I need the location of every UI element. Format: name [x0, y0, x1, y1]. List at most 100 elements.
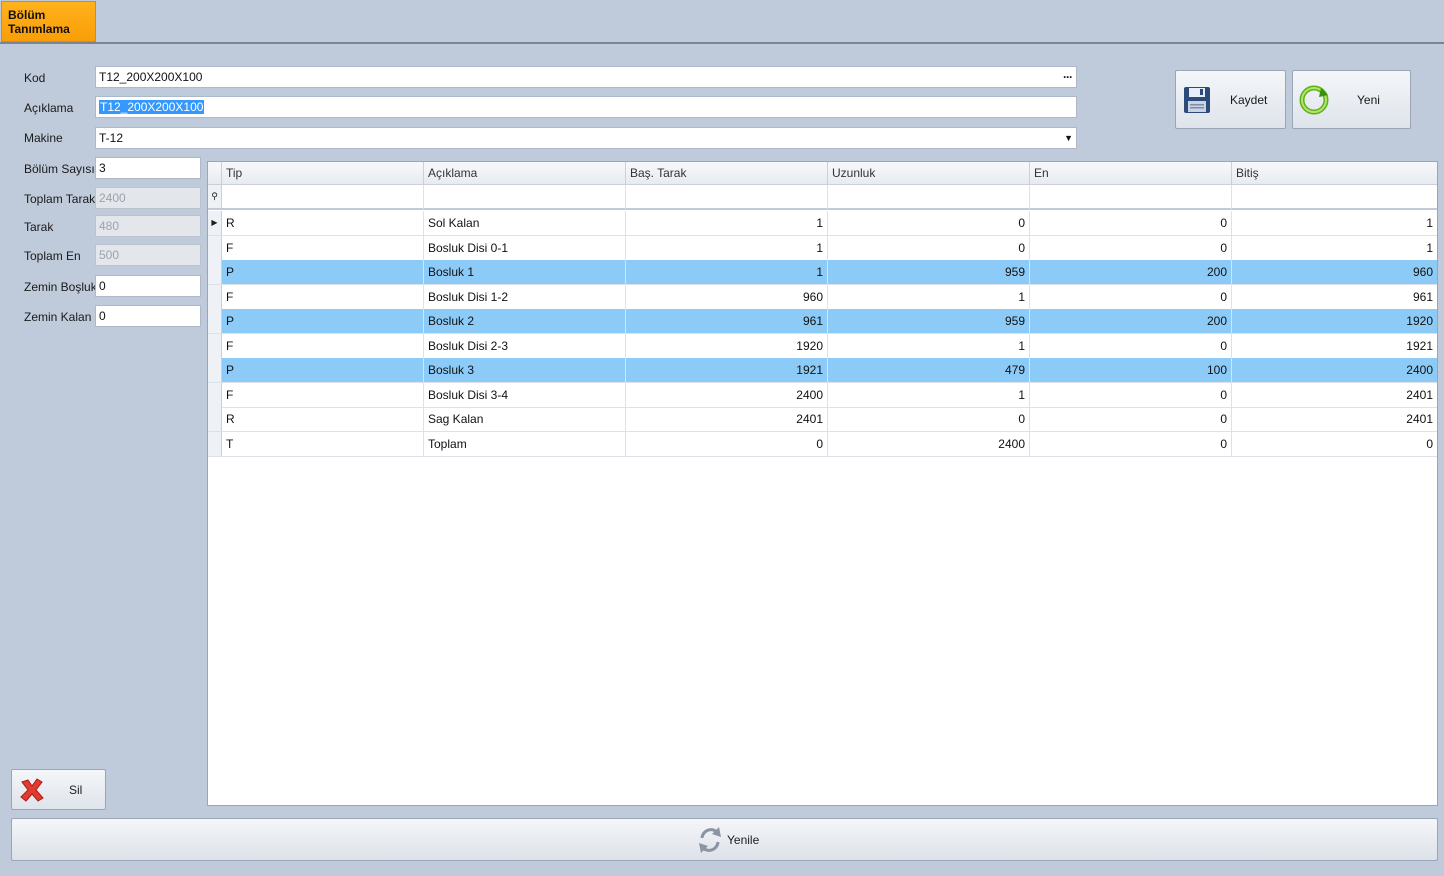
column-header-tip[interactable]: Tip [222, 162, 424, 185]
cell-uzunluk[interactable]: 2400 [828, 431, 1030, 456]
filter-cell-tip[interactable] [222, 185, 424, 209]
cell-bitis[interactable]: 1 [1232, 211, 1437, 235]
yenile-button[interactable]: Yenile [11, 818, 1438, 861]
cell-uzunluk[interactable]: 0 [828, 235, 1030, 260]
cell-bitis[interactable]: 1921 [1232, 334, 1437, 358]
column-header-bas-tarak[interactable]: Baş. Tarak [626, 162, 828, 185]
cell-bitis[interactable]: 1 [1232, 236, 1437, 260]
bolum-sayisi-field[interactable]: 3 [95, 157, 201, 179]
row-indicator[interactable] [208, 235, 222, 260]
cell-bas-tarak[interactable]: 2400 [626, 382, 828, 407]
filter-cell-bitis[interactable] [1232, 185, 1437, 209]
cell-aciklama[interactable]: Bosluk Disi 3-4 [424, 382, 626, 407]
table-row[interactable]: P Bosluk 3 1921 479 100 2400 [208, 358, 1437, 383]
cell-en[interactable]: 0 [1030, 235, 1232, 260]
cell-uzunluk[interactable]: 959 [828, 260, 1030, 284]
table-row[interactable]: F Bosluk Disi 2-3 1920 1 0 1921 [208, 333, 1437, 359]
table-row[interactable]: T Toplam 0 2400 0 0 [208, 431, 1437, 457]
cell-bas-tarak[interactable]: 1921 [626, 358, 828, 382]
cell-bas-tarak[interactable]: 1920 [626, 333, 828, 358]
cell-bas-tarak[interactable]: 0 [626, 431, 828, 456]
cell-tip[interactable]: P [222, 358, 424, 382]
table-row[interactable]: F Bosluk Disi 3-4 2400 1 0 2401 [208, 382, 1437, 408]
cell-aciklama[interactable]: Bosluk Disi 0-1 [424, 235, 626, 260]
row-indicator[interactable] [208, 309, 222, 333]
auto-filter-row[interactable]: ⚲ [208, 185, 1437, 210]
cell-bas-tarak[interactable]: 960 [626, 284, 828, 309]
cell-aciklama[interactable]: Bosluk Disi 1-2 [424, 284, 626, 309]
cell-aciklama[interactable]: Bosluk 3 [424, 358, 626, 382]
row-indicator[interactable] [208, 358, 222, 382]
column-header-aciklama[interactable]: Açıklama [424, 162, 626, 185]
filter-cell-bas-tarak[interactable] [626, 185, 828, 209]
cell-tip[interactable]: F [222, 284, 424, 309]
cell-aciklama[interactable]: Toplam [424, 431, 626, 456]
zemin-kalan-field[interactable]: 0 [95, 305, 201, 327]
chevron-down-icon[interactable]: ▼ [1064, 128, 1073, 148]
table-row[interactable]: F Bosluk Disi 1-2 960 1 0 961 [208, 284, 1437, 310]
cell-aciklama[interactable]: Sag Kalan [424, 407, 626, 431]
filter-cell-uzunluk[interactable] [828, 185, 1030, 209]
cell-bas-tarak[interactable]: 2401 [626, 407, 828, 431]
makine-select[interactable]: T-12 ▼ [95, 127, 1077, 149]
cell-en[interactable]: 0 [1030, 382, 1232, 407]
cell-en[interactable]: 0 [1030, 333, 1232, 358]
cell-uzunluk[interactable]: 1 [828, 284, 1030, 309]
column-header-en[interactable]: En [1030, 162, 1232, 185]
cell-tip[interactable]: F [222, 235, 424, 260]
row-indicator-arrow-icon[interactable]: ▶ [208, 211, 222, 235]
ellipsis-icon[interactable]: ··· [1063, 67, 1073, 87]
cell-aciklama[interactable]: Bosluk Disi 2-3 [424, 333, 626, 358]
cell-bitis[interactable]: 1920 [1232, 309, 1437, 333]
cell-en[interactable]: 0 [1030, 284, 1232, 309]
column-header-uzunluk[interactable]: Uzunluk [828, 162, 1030, 185]
cell-bitis[interactable]: 0 [1232, 432, 1437, 456]
table-row[interactable]: P Bosluk 2 961 959 200 1920 [208, 309, 1437, 334]
yeni-button[interactable]: Yeni [1292, 70, 1411, 129]
cell-tip[interactable]: F [222, 333, 424, 358]
cell-en[interactable]: 100 [1030, 358, 1232, 382]
cell-uzunluk[interactable]: 0 [828, 211, 1030, 235]
cell-bitis[interactable]: 960 [1232, 260, 1437, 284]
cell-bitis[interactable]: 961 [1232, 285, 1437, 309]
filter-cell-en[interactable] [1030, 185, 1232, 209]
cell-tip[interactable]: P [222, 309, 424, 333]
column-header-bitis[interactable]: Bitiş [1232, 162, 1437, 185]
cell-bitis[interactable]: 2401 [1232, 383, 1437, 407]
cell-uzunluk[interactable]: 959 [828, 309, 1030, 333]
kod-field[interactable]: T12_200X200X100 ··· [95, 66, 1077, 88]
cell-en[interactable]: 0 [1030, 211, 1232, 235]
cell-tip[interactable]: P [222, 260, 424, 284]
cell-tip[interactable]: T [222, 431, 424, 456]
cell-aciklama[interactable]: Bosluk 2 [424, 309, 626, 333]
cell-en[interactable]: 0 [1030, 431, 1232, 456]
cell-en[interactable]: 0 [1030, 407, 1232, 431]
cell-tip[interactable]: R [222, 211, 424, 235]
zemin-bosluk-field[interactable]: 0 [95, 275, 201, 297]
row-indicator[interactable] [208, 407, 222, 431]
cell-bas-tarak[interactable]: 1 [626, 260, 828, 284]
tab-bolum-tanimlama[interactable]: Bölüm Tanımlama [1, 1, 96, 42]
cell-en[interactable]: 200 [1030, 260, 1232, 284]
table-row[interactable]: F Bosluk Disi 0-1 1 0 0 1 [208, 235, 1437, 261]
row-indicator[interactable] [208, 382, 222, 407]
filter-cell-aciklama[interactable] [424, 185, 626, 209]
cell-en[interactable]: 200 [1030, 309, 1232, 333]
aciklama-field[interactable]: T12_200X200X100 [95, 96, 1077, 118]
cell-bitis[interactable]: 2400 [1232, 358, 1437, 382]
table-row[interactable]: ▶ R Sol Kalan 1 0 0 1 [208, 211, 1437, 236]
cell-uzunluk[interactable]: 479 [828, 358, 1030, 382]
table-row[interactable]: R Sag Kalan 2401 0 0 2401 [208, 407, 1437, 432]
cell-bitis[interactable]: 2401 [1232, 407, 1437, 431]
kaydet-button[interactable]: Kaydet [1175, 70, 1286, 129]
row-indicator[interactable] [208, 284, 222, 309]
cell-uzunluk[interactable]: 1 [828, 333, 1030, 358]
cell-aciklama[interactable]: Bosluk 1 [424, 260, 626, 284]
table-row[interactable]: P Bosluk 1 1 959 200 960 [208, 260, 1437, 285]
row-indicator[interactable] [208, 333, 222, 358]
cell-uzunluk[interactable]: 1 [828, 382, 1030, 407]
cell-uzunluk[interactable]: 0 [828, 407, 1030, 431]
row-indicator[interactable] [208, 260, 222, 284]
cell-bas-tarak[interactable]: 1 [626, 235, 828, 260]
row-indicator[interactable] [208, 431, 222, 456]
